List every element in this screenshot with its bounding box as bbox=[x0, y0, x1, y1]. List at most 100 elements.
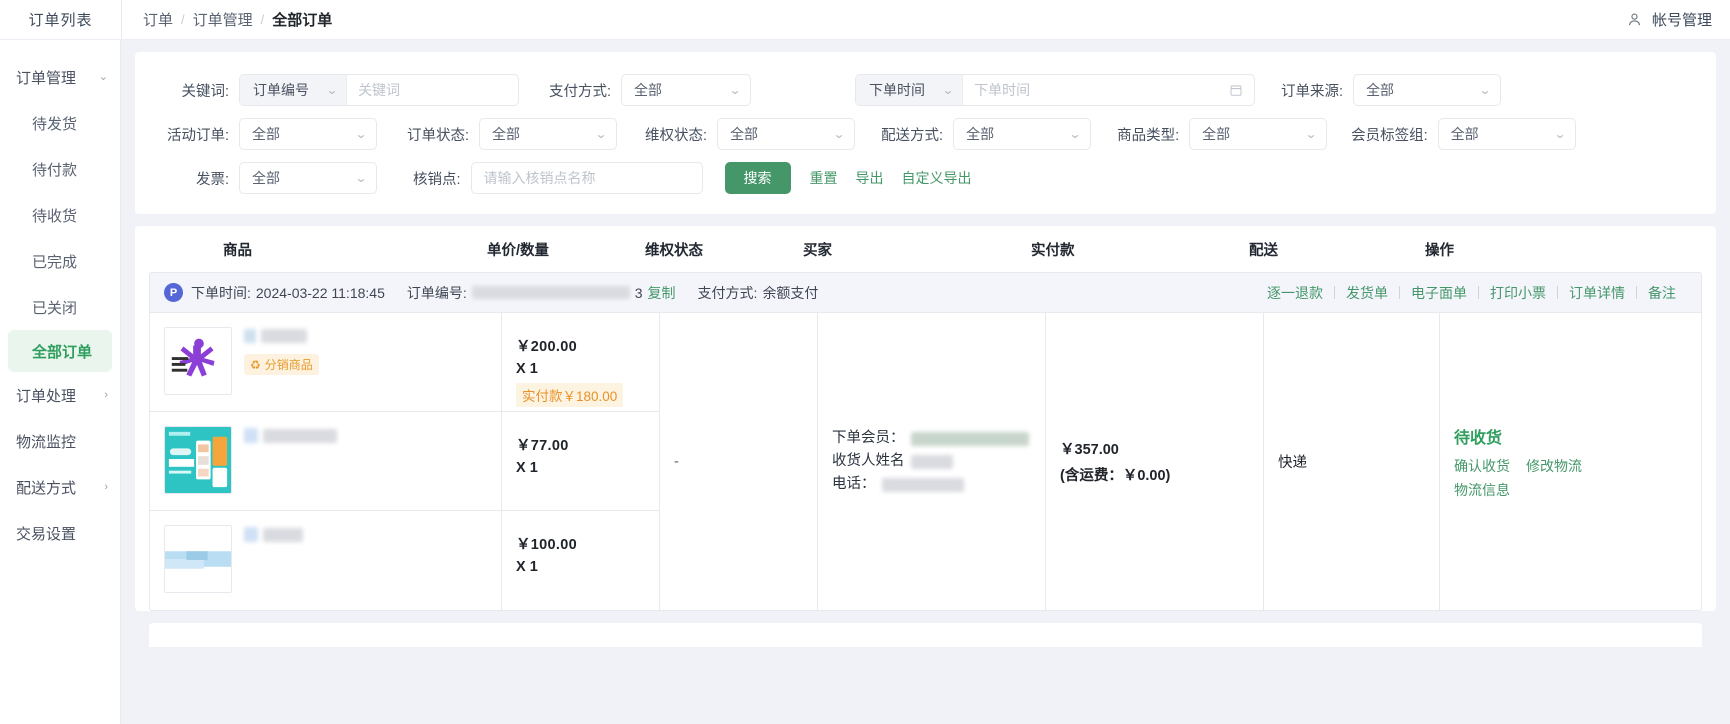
recycle-icon: ♻ bbox=[250, 357, 261, 372]
remark-button[interactable]: 备注 bbox=[1637, 283, 1687, 303]
filter-goods-type-label: 商品类型: bbox=[1117, 127, 1180, 144]
chevron-down-icon: ⌄ bbox=[354, 127, 368, 141]
account-menu[interactable]: 帐号管理 bbox=[1626, 9, 1730, 30]
order-body: ♻ 分销商品 ￥200.00 X 1 实付款￥180.00 ￥77.00 X 1… bbox=[150, 313, 1701, 610]
order-source-value: 全部 bbox=[1366, 82, 1395, 98]
filter-pay-method-label: 支付方式: bbox=[549, 83, 612, 100]
price-cell: ￥77.00 X 1 bbox=[502, 412, 659, 511]
filter-order-source-label: 订单来源: bbox=[1281, 83, 1344, 100]
filter-order-status: 订单状态: 全部 ⌄ bbox=[407, 118, 618, 150]
column-header-paid: 实付款 bbox=[1031, 242, 1075, 259]
goods-title[interactable] bbox=[244, 527, 303, 542]
unit-price: ￥100.00 bbox=[516, 537, 577, 553]
goods-info bbox=[232, 426, 337, 510]
order-action-links: 逐一退款 发货单 电子面单 打印小票 订单详情 备注 bbox=[1256, 283, 1687, 303]
app-brand: 订单列表 bbox=[28, 12, 93, 29]
paid-amount-block: ￥357.00 (含运费：￥0.00) bbox=[1060, 438, 1170, 485]
top-bar: 订单列表 订单 / 订单管理 / 全部订单 帐号管理 bbox=[0, 0, 1730, 40]
sidebar-item-pending-receipt[interactable]: 待收货 bbox=[0, 192, 120, 238]
activity-order-select[interactable]: 全部 ⌄ bbox=[239, 118, 377, 150]
delivery-note-button[interactable]: 发货单 bbox=[1335, 283, 1399, 303]
order-time-placeholder: 下单时间 bbox=[974, 82, 1031, 98]
breadcrumb-item-order-management[interactable]: 订单管理 bbox=[193, 9, 253, 30]
sidebar-item-transaction-settings[interactable]: 交易设置 bbox=[0, 510, 120, 556]
invoice-select[interactable]: 全部 ⌄ bbox=[239, 162, 377, 194]
sidebar-item-closed[interactable]: 已关闭 bbox=[0, 284, 120, 330]
product-thumbnail[interactable] bbox=[164, 525, 232, 593]
column-header-buyer: 买家 bbox=[803, 242, 832, 259]
filter-ship-method: 配送方式: 全部 ⌄ bbox=[881, 118, 1092, 150]
order-summary-bar: P 下单时间: 2024-03-22 11:18:45 订单编号: 3 复制 支… bbox=[150, 273, 1701, 313]
table-header-row: 商品 单价/数量 维权状态 买家 实付款 配送 操作 bbox=[135, 226, 1716, 272]
copy-order-number-button[interactable]: 复制 bbox=[648, 283, 676, 303]
sidebar-item-label: 交易设置 bbox=[16, 525, 77, 543]
filter-panel: 关键词: 订单编号 ⌄ 关键词 支付方式: 全部 ⌄ 下单时间 ⌄ 下单时间 订… bbox=[135, 52, 1716, 214]
chevron-down-icon: ⌄ bbox=[1553, 127, 1566, 141]
sidebar-item-order-processing[interactable]: 订单处理 › bbox=[0, 372, 120, 418]
filter-rights-status: 维权状态: 全部 ⌄ bbox=[645, 118, 856, 150]
buyer-receiver-masked bbox=[910, 454, 953, 469]
order-source-select[interactable]: 全部 ⌄ bbox=[1353, 74, 1502, 106]
sidebar-item-all-orders[interactable]: 全部订单 bbox=[8, 330, 112, 372]
keyword-compound-input[interactable]: 订单编号 ⌄ 关键词 bbox=[239, 74, 519, 106]
quantity: X 1 bbox=[516, 460, 538, 476]
confirm-receipt-link[interactable]: 确认收货 bbox=[1454, 456, 1510, 476]
buyer-phone-label: 电话： bbox=[832, 476, 876, 492]
chevron-right-icon: › bbox=[104, 480, 108, 493]
shipping-cell: 快递 bbox=[1264, 313, 1440, 610]
paid-amount-cell: ￥357.00 (含运费：￥0.00) bbox=[1046, 313, 1264, 610]
rights-status-select[interactable]: 全部 ⌄ bbox=[717, 118, 856, 150]
verify-point-input[interactable]: 请输入核销点名称 bbox=[470, 162, 703, 194]
order-detail-button[interactable]: 订单详情 bbox=[1558, 283, 1636, 303]
goods-title[interactable] bbox=[244, 428, 337, 443]
quantity: X 1 bbox=[516, 559, 538, 575]
goods-title[interactable] bbox=[244, 329, 319, 343]
platform-badge-icon: P bbox=[164, 283, 183, 302]
member-tag-select[interactable]: 全部 ⌄ bbox=[1437, 118, 1576, 150]
e-waybill-button[interactable]: 电子面单 bbox=[1400, 283, 1478, 303]
breadcrumb-item-orders[interactable]: 订单 bbox=[143, 9, 173, 30]
activity-order-value: 全部 bbox=[252, 126, 280, 142]
filter-keyword: 关键词: 订单编号 ⌄ 关键词 bbox=[151, 74, 519, 106]
order-status-value: 全部 bbox=[492, 126, 521, 142]
pay-method-select[interactable]: 全部 ⌄ bbox=[621, 74, 752, 106]
buyer-phone-masked bbox=[881, 477, 964, 492]
price-cell: ￥200.00 X 1 实付款￥180.00 bbox=[502, 313, 659, 412]
custom-export-button[interactable]: 自定义导出 bbox=[893, 168, 981, 188]
sidebar-item-pending-shipment[interactable]: 待发货 bbox=[0, 100, 120, 146]
modify-logistics-link[interactable]: 修改物流 bbox=[1526, 456, 1582, 476]
order-status-select[interactable]: 全部 ⌄ bbox=[479, 118, 618, 150]
filter-order-time: 下单时间 ⌄ 下单时间 bbox=[855, 74, 1256, 106]
order-time-type-select[interactable]: 下单时间 ⌄ bbox=[856, 75, 964, 105]
keyword-type-select[interactable]: 订单编号 ⌄ bbox=[240, 75, 348, 105]
sidebar-item-label: 已完成 bbox=[32, 253, 78, 271]
search-input-placeholder: 关键词 bbox=[358, 82, 401, 98]
goods-type-select[interactable]: 全部 ⌄ bbox=[1189, 118, 1328, 150]
order-time-input[interactable]: 下单时间 bbox=[963, 75, 1254, 105]
goods-info: ♻ 分销商品 bbox=[232, 327, 319, 411]
sidebar-item-shipping-method[interactable]: 配送方式 › bbox=[0, 464, 120, 510]
product-thumbnail[interactable] bbox=[164, 426, 232, 494]
logistics-info-link[interactable]: 物流信息 bbox=[1454, 480, 1510, 500]
search-button[interactable]: 搜索 bbox=[724, 162, 791, 194]
ship-method-select[interactable]: 全部 ⌄ bbox=[953, 118, 1092, 150]
chevron-down-icon: ⌄ bbox=[941, 83, 955, 97]
order-number-label: 订单编号: bbox=[406, 284, 467, 301]
reset-button[interactable]: 重置 bbox=[801, 168, 847, 188]
filter-keyword-label: 关键词: bbox=[181, 83, 229, 100]
filter-rights-status-label: 维权状态: bbox=[645, 127, 708, 144]
order-list-page: 订单列表 订单 / 订单管理 / 全部订单 帐号管理 订单管理 ⌄ 待发货 待付… bbox=[0, 0, 1730, 724]
column-header-goods: 商品 bbox=[223, 242, 252, 259]
sidebar-item-completed[interactable]: 已完成 bbox=[0, 238, 120, 284]
sidebar-item-order-management[interactable]: 订单管理 ⌄ bbox=[0, 54, 120, 100]
export-button[interactable]: 导出 bbox=[847, 168, 893, 188]
sidebar-item-pending-payment[interactable]: 待付款 bbox=[0, 146, 120, 192]
search-input[interactable]: 关键词 bbox=[347, 75, 518, 105]
order-time-compound-input[interactable]: 下单时间 ⌄ 下单时间 bbox=[855, 74, 1256, 106]
sidebar-item-logistics-monitor[interactable]: 物流监控 bbox=[0, 418, 120, 464]
sidebar-item-label: 待收货 bbox=[32, 207, 78, 225]
print-receipt-button[interactable]: 打印小票 bbox=[1479, 283, 1557, 303]
buyer-info: 下单会员： 收货人姓名 电话： bbox=[832, 427, 1029, 496]
product-thumbnail[interactable] bbox=[164, 327, 232, 395]
refund-one-by-one-button[interactable]: 逐一退款 bbox=[1256, 283, 1334, 303]
